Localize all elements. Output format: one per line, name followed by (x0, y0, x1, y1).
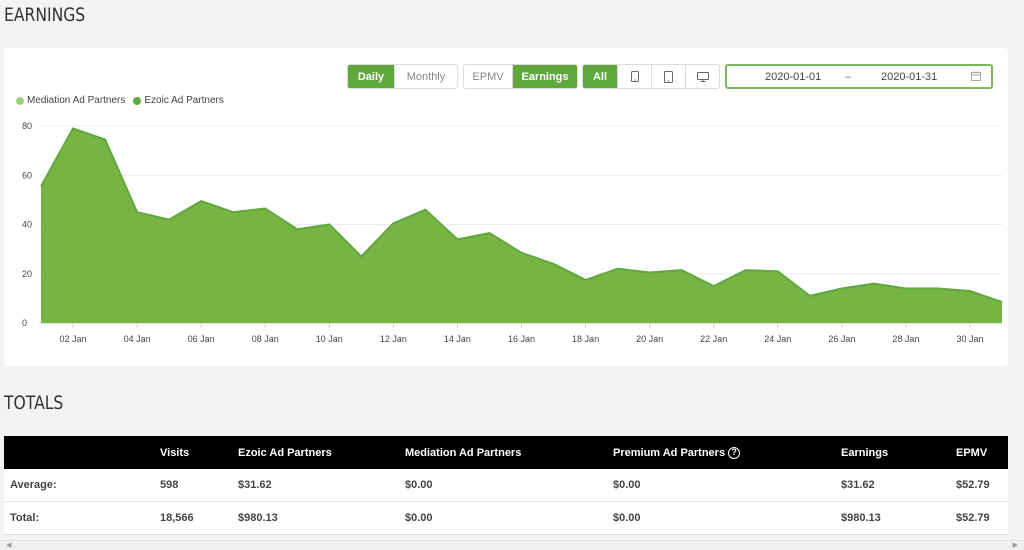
desktop-icon (696, 71, 709, 82)
date-range-picker[interactable]: 2020-01-01 – 2020-01-31 (725, 64, 993, 89)
x-tick-label: 20 Jan (636, 334, 663, 344)
cell-ezoic: $980.13 (238, 512, 278, 524)
chart-legend: Mediation Ad Partners Ezoic Ad Partners (16, 95, 232, 106)
legend-swatch (133, 96, 142, 105)
help-icon[interactable]: ? (728, 446, 741, 459)
y-tick-label: 20 (22, 269, 32, 279)
cell-mediation: $0.00 (405, 479, 433, 491)
header-earnings[interactable]: Earnings (841, 436, 888, 469)
cell-ezoic: $31.62 (238, 479, 272, 491)
cell-visits: 18,566 (160, 512, 194, 524)
table-row: Total: 18,566 $980.13 $0.00 $0.00 $980.1… (4, 502, 1008, 535)
y-tick-label: 40 (22, 220, 32, 230)
header-mediation[interactable]: Mediation Ad Partners (405, 436, 521, 469)
cell-premium: $0.00 (613, 479, 641, 491)
x-tick-label: 02 Jan (60, 334, 87, 344)
header-epmv[interactable]: EPMV (956, 436, 987, 469)
tablet-button[interactable] (652, 65, 686, 88)
x-tick-label: 28 Jan (892, 334, 919, 344)
header-premium[interactable]: Premium Ad Partners ? (613, 436, 741, 469)
header-visits[interactable]: Visits (160, 436, 189, 469)
cell-epmv: $52.79 (956, 512, 990, 524)
legend-swatch (16, 96, 24, 105)
x-tick-label: 30 Jan (956, 334, 983, 344)
scroll-left-icon[interactable]: ◀ (6, 541, 11, 550)
epmv-button[interactable]: EPMV (464, 65, 513, 88)
earnings-area-chart: 0 20 40 60 80 02 Jan 04 Jan 06 Jan 08 Jan 10 Jan 1… (22, 121, 1003, 344)
x-tick-label: 22 Jan (700, 334, 727, 344)
scroll-right-icon[interactable]: ▶ (1013, 541, 1018, 550)
cell-premium: $0.00 (613, 512, 641, 524)
date-end[interactable]: 2020-01-31 (881, 71, 937, 83)
earnings-title: EARNINGS (4, 4, 86, 26)
calendar-icon[interactable] (971, 71, 981, 84)
cell-visits: 598 (160, 479, 179, 491)
mobile-icon (630, 71, 639, 82)
earnings-button[interactable]: Earnings (513, 65, 577, 88)
metric-toggle: EPMV Earnings (463, 64, 578, 89)
x-tick-label: 12 Jan (380, 334, 407, 344)
table-header: Visits Ezoic Ad Partners Mediation Ad Pa… (4, 436, 1008, 469)
monthly-button[interactable]: Monthly (395, 65, 457, 88)
cell-epmv: $52.79 (956, 479, 990, 491)
y-tick-label: 60 (22, 170, 32, 180)
y-tick-label: 80 (22, 121, 32, 131)
horizontal-scrollbar[interactable]: ◀ ▶ (0, 540, 1024, 550)
row-label: Total: (10, 512, 40, 524)
all-devices-button[interactable]: All (583, 65, 618, 88)
header-premium-label: Premium Ad Partners (613, 446, 726, 459)
x-tick-label: 08 Jan (252, 334, 279, 344)
tablet-icon (664, 70, 673, 83)
row-label: Average: (10, 479, 57, 491)
cell-mediation: $0.00 (405, 512, 433, 524)
x-tick-label: 06 Jan (188, 334, 215, 344)
mobile-button[interactable] (618, 65, 652, 88)
legend-item-ezoic[interactable]: Ezoic Ad Partners (133, 95, 224, 106)
cell-earnings: $31.62 (841, 479, 875, 491)
totals-title: TOTALS (4, 392, 64, 414)
x-tick-label: 10 Jan (316, 334, 343, 344)
cell-earnings: $980.13 (841, 512, 881, 524)
legend-item-mediation[interactable]: Mediation Ad Partners (16, 95, 125, 106)
x-tick-label: 24 Jan (764, 334, 791, 344)
x-tick-label: 14 Jan (444, 334, 471, 344)
header-ezoic[interactable]: Ezoic Ad Partners (238, 436, 332, 469)
device-toggle: All (582, 64, 720, 89)
x-tick-label: 16 Jan (508, 334, 535, 344)
date-separator: – (845, 70, 852, 83)
series-area-ezoic[interactable] (41, 128, 1002, 324)
table-row: Average: 598 $31.62 $0.00 $0.00 $31.62 $… (4, 469, 1008, 502)
date-start[interactable]: 2020-01-01 (765, 71, 821, 83)
totals-table: Visits Ezoic Ad Partners Mediation Ad Pa… (4, 436, 1008, 535)
x-tick-label: 26 Jan (828, 334, 855, 344)
daily-button[interactable]: Daily (348, 65, 395, 88)
legend-label: Mediation Ad Partners (27, 95, 126, 106)
desktop-button[interactable] (686, 65, 719, 88)
y-tick-label: 0 (22, 318, 27, 328)
period-toggle: Daily Monthly (347, 64, 458, 89)
legend-label: Ezoic Ad Partners (144, 95, 224, 106)
x-tick-label: 04 Jan (124, 334, 151, 344)
x-tick-label: 18 Jan (572, 334, 599, 344)
